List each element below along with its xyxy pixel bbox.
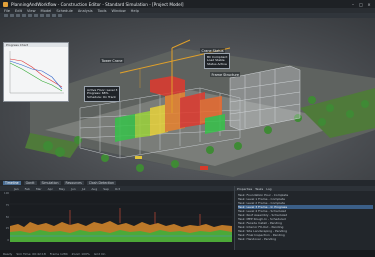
tab-clash-detection[interactable]: Clash Detection xyxy=(86,181,117,185)
minimize-button[interactable]: – xyxy=(350,2,356,7)
task-panel: Properties Tasks Log Task: Foundation Po… xyxy=(234,186,375,250)
tab-gantt[interactable]: Gantt xyxy=(23,181,37,185)
save-icon[interactable] xyxy=(16,14,20,17)
progress-mini-chart xyxy=(9,51,64,94)
timeline-header: Jan Feb Mar Apr May Jun Jul Aug Sep Oct xyxy=(0,186,246,191)
3d-viewport[interactable]: Progress Chart Tower Crane Crane Status … xyxy=(0,18,375,180)
status-ready: Ready xyxy=(3,251,13,256)
axis-tick: 25 xyxy=(5,227,9,231)
menu-model[interactable]: Model xyxy=(41,9,52,13)
menu-window[interactable]: Window xyxy=(112,9,126,13)
menu-edit[interactable]: Edit xyxy=(15,9,22,13)
zone-green xyxy=(115,114,135,142)
redo-icon[interactable] xyxy=(28,14,32,17)
maximize-button[interactable]: □ xyxy=(358,2,364,7)
open-icon[interactable] xyxy=(10,14,14,17)
crane-info-callout: BC Compliant Load Stable Status Active xyxy=(204,53,231,69)
menu-view[interactable]: View xyxy=(27,9,36,13)
zone-lime xyxy=(135,111,150,138)
month-label: Jun xyxy=(71,186,76,191)
month-label: Apr xyxy=(47,186,53,191)
title-bar: PlanningAndWorkflow - Construction Edito… xyxy=(0,0,375,8)
menu-help[interactable]: Help xyxy=(131,9,139,13)
menu-analysis[interactable]: Analysis xyxy=(78,9,93,13)
month-label: Mar xyxy=(35,186,42,191)
month-label: Jul xyxy=(81,186,86,191)
callout-line: Schedule: On Track xyxy=(87,94,116,99)
month-label: Oct xyxy=(114,186,121,191)
status-frame: Frame 1284 xyxy=(49,251,68,256)
tab-log[interactable]: Log xyxy=(266,187,271,191)
month-label: Jan xyxy=(14,186,19,191)
building-label: Frame Structure xyxy=(210,72,241,77)
close-button[interactable]: × xyxy=(366,2,372,7)
axis-tick: 0 xyxy=(7,239,9,242)
tab-resources[interactable]: Resources xyxy=(63,181,84,185)
list-item[interactable]: Task: Handover - Pending xyxy=(238,237,373,241)
timeline-graph xyxy=(10,203,232,242)
new-icon[interactable] xyxy=(4,14,8,17)
task-list: Task: Foundation Pour - Complete Task: L… xyxy=(235,191,375,243)
axis-tick: 75 xyxy=(5,203,9,207)
timeline-chart[interactable] xyxy=(10,192,232,242)
timeline-axis: 100 75 50 25 0 xyxy=(0,192,10,242)
zoom-icon[interactable] xyxy=(52,14,56,17)
window-controls: – □ × xyxy=(350,2,372,7)
status-grid: Grid On xyxy=(93,251,106,256)
timeline-spikes xyxy=(69,208,201,225)
vehicle xyxy=(200,166,208,170)
status-zoom: Zoom 100% xyxy=(71,251,90,256)
tab-tasks[interactable]: Tasks xyxy=(255,187,263,191)
undo-icon[interactable] xyxy=(22,14,26,17)
month-label: Feb xyxy=(24,186,30,191)
status-bar: Ready Sim Time: 00:42:18 Frame 1284 Zoom… xyxy=(0,250,375,257)
vehicle xyxy=(135,156,142,159)
tower-crane-label: Tower Crane xyxy=(100,58,124,63)
floor-info-callout: Active Floor: Level 3 Progress: 68% Sche… xyxy=(84,86,121,102)
app-icon xyxy=(3,1,8,7)
axis-tick: 100 xyxy=(4,192,9,195)
month-label: Sep xyxy=(103,186,109,191)
menu-file[interactable]: File xyxy=(4,9,10,13)
tab-simulation[interactable]: Simulation xyxy=(39,181,61,185)
orbit-icon[interactable] xyxy=(40,14,44,17)
tab-timeline[interactable]: Timeline xyxy=(3,181,21,185)
select-icon[interactable] xyxy=(34,14,38,17)
bottom-panel: Jan Feb Mar Apr May Jun Jul Aug Sep Oct … xyxy=(0,186,375,250)
callout-line: Status Active xyxy=(207,61,227,66)
month-label: May xyxy=(58,186,66,191)
menu-schedule[interactable]: Schedule xyxy=(56,9,73,13)
pan-icon[interactable] xyxy=(46,14,50,17)
status-sim-time: Sim Time: 00:42:18 xyxy=(16,251,46,256)
menu-tools[interactable]: Tools xyxy=(98,9,107,13)
play-icon[interactable] xyxy=(58,14,62,17)
tab-properties[interactable]: Properties xyxy=(237,187,252,191)
month-label: Aug xyxy=(91,186,98,191)
axis-tick: 50 xyxy=(5,215,9,219)
window-title: PlanningAndWorkflow - Construction Edito… xyxy=(11,1,184,7)
progress-chart-panel[interactable]: Progress Chart xyxy=(3,42,69,102)
